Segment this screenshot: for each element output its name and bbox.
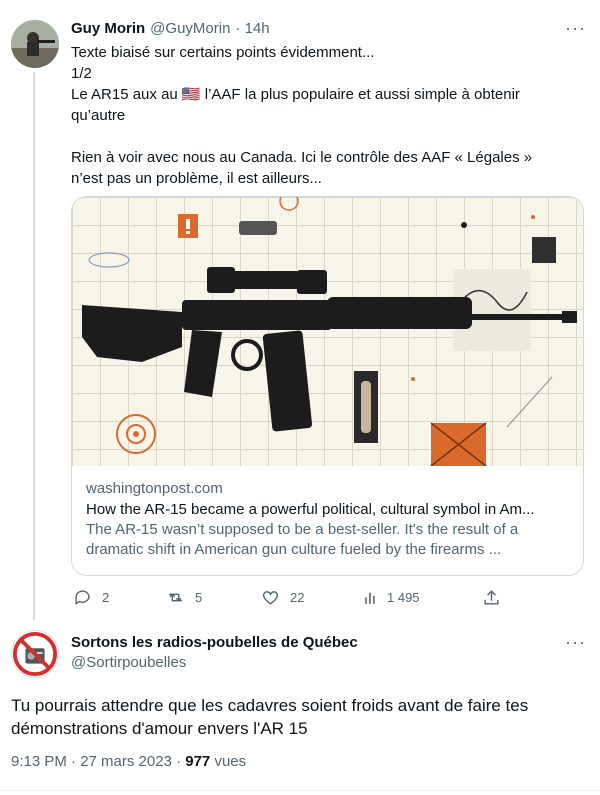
tweet1-body: Texte biaisé sur certains points évidemm… — [71, 42, 571, 189]
no-radio-logo-icon — [12, 631, 58, 677]
retweet-button[interactable]: 5 — [166, 588, 202, 607]
tweet-line: Le AR15 aux au 🇺🇸 l’AAF la plus populair… — [71, 86, 520, 103]
views-button[interactable]: 1 495 — [362, 588, 420, 607]
like-button[interactable]: 22 — [261, 588, 304, 607]
share-icon — [484, 590, 499, 605]
author-handle[interactable]: @GuyMorin — [150, 20, 230, 37]
reply-icon — [75, 590, 90, 605]
thread-connector-line — [33, 72, 35, 620]
tweet-line: 1/2 — [71, 65, 92, 82]
heart-icon — [262, 591, 279, 605]
tweet1-header: Guy Morin @GuyMorin · 14h — [71, 20, 270, 37]
views-count: 977 — [185, 753, 211, 770]
retweet-count: 5 — [195, 590, 203, 605]
avatar-sortirpoubelles[interactable] — [11, 630, 59, 678]
divider — [0, 790, 600, 791]
avatar-guy-morin[interactable] — [11, 20, 59, 68]
tweet-line: qu’autre — [71, 107, 126, 124]
tweet-line: Texte biaisé sur certains points évidemm… — [71, 44, 375, 61]
tweet-line: démonstrations d'amour envers l'AR 15 — [11, 719, 308, 738]
tweet-line: n’est pas un problème, il est ailleurs..… — [71, 170, 322, 187]
article-image — [72, 197, 583, 467]
tweet-line: Tu pourrais attendre que les cadavres so… — [11, 696, 529, 715]
card-domain: washingtonpost.com — [86, 480, 223, 497]
card-description-line: dramatic shift in American gun culture f… — [86, 541, 502, 558]
tweet2-meta: 9:13 PM · 27 mars 2023 · 977 vues — [11, 753, 246, 770]
tweet2-header: Sortons les radios-poubelles de Québec @… — [71, 634, 358, 671]
reply-count: 2 — [102, 590, 110, 605]
more-options-icon[interactable]: ··· — [565, 632, 586, 653]
avatar-photo-icon — [11, 20, 59, 68]
reply-button[interactable]: 2 — [73, 588, 109, 607]
more-options-icon[interactable]: ··· — [565, 18, 586, 39]
view-count: 1 495 — [387, 590, 420, 605]
tweet2-body: Tu pourrais attendre que les cadavres so… — [11, 694, 528, 740]
author-name[interactable]: Sortons les radios-poubelles de Québec — [71, 634, 358, 651]
link-card[interactable]: washingtonpost.com How the AR-15 became … — [71, 196, 584, 576]
rifle-illustration-icon — [82, 197, 577, 467]
share-button[interactable] — [482, 588, 501, 607]
tweet-line: Rien à voir avec nous au Canada. Ici le … — [71, 149, 533, 166]
card-title: How the AR-15 became a powerful politica… — [86, 501, 535, 518]
author-name[interactable]: Guy Morin — [71, 20, 145, 37]
retweet-icon — [169, 593, 182, 602]
post-timestamp[interactable]: 9:13 PM · 27 mars 2023 · — [11, 753, 185, 770]
views-label: vues — [210, 753, 247, 770]
analytics-icon — [365, 592, 375, 604]
post-time[interactable]: · 14h — [235, 20, 269, 37]
card-description-line: The AR-15 wasn’t supposed to be a best-s… — [86, 521, 519, 538]
author-handle[interactable]: @Sortirpoubelles — [71, 654, 358, 671]
tweet-line — [71, 126, 571, 147]
like-count: 22 — [290, 590, 305, 605]
